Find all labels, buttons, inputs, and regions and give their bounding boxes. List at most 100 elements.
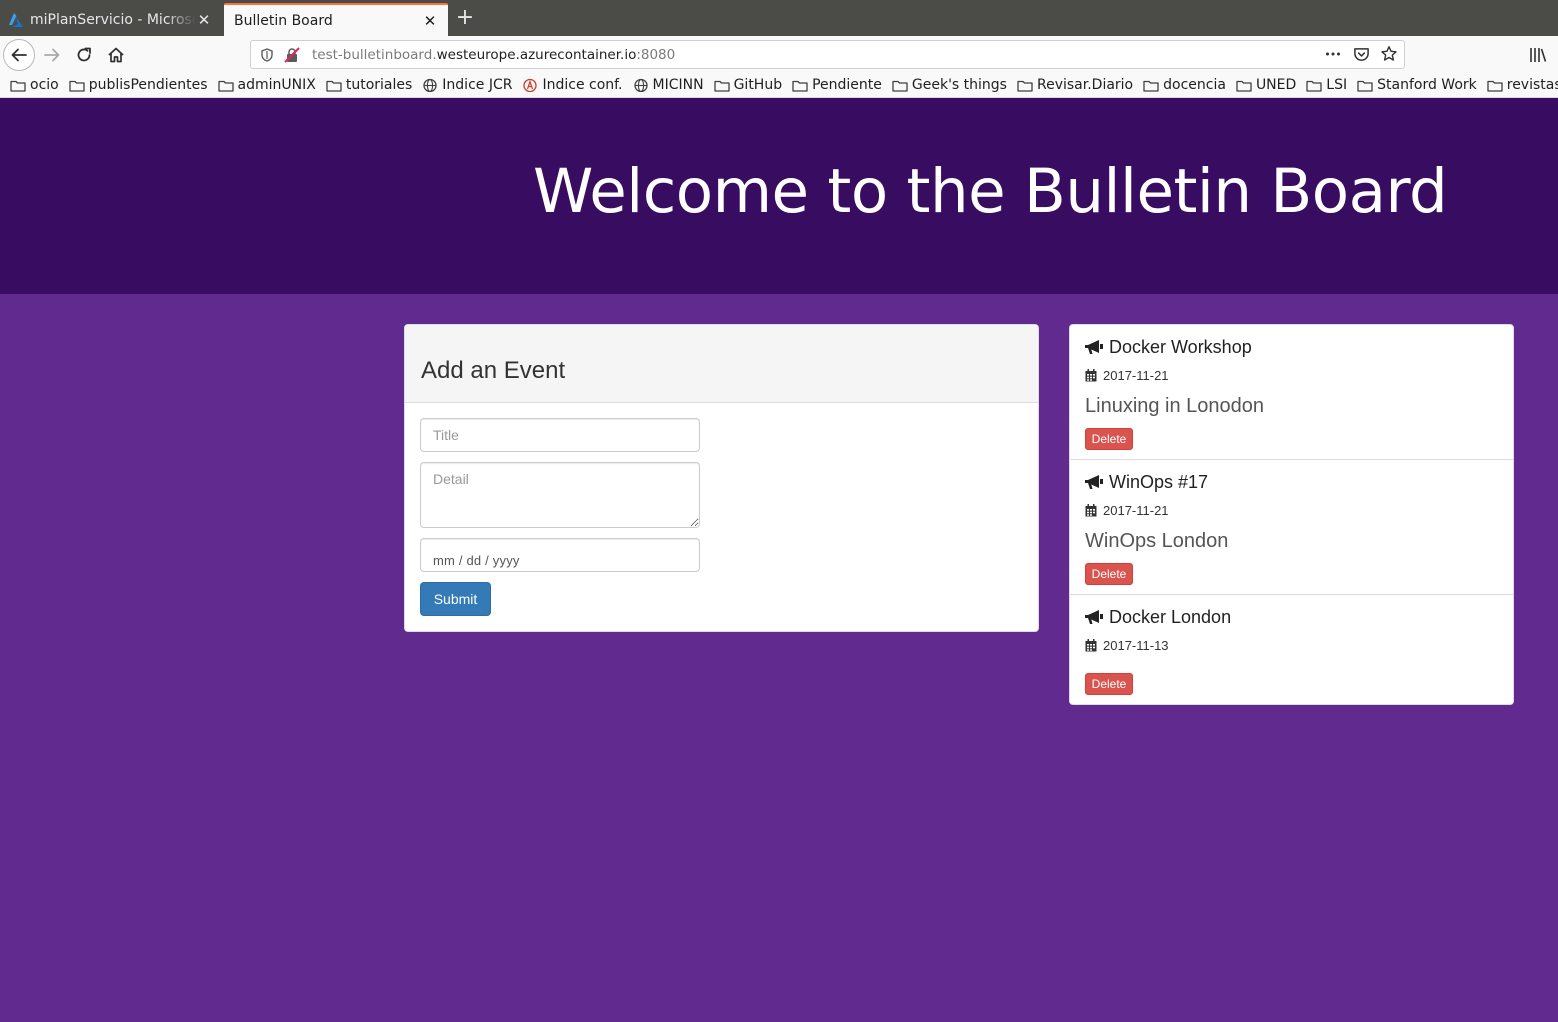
bookmark-item[interactable]: docencia: [1143, 74, 1226, 96]
detail-textarea[interactable]: [420, 462, 700, 528]
url-text[interactable]: test-bulletinboard.westeurope.azureconta…: [312, 47, 675, 63]
shield-icon[interactable]: [260, 47, 274, 62]
insecure-lock-icon[interactable]: [284, 46, 300, 63]
bookmark-item[interactable]: adminUNIX: [217, 74, 316, 96]
forward-button[interactable]: [38, 41, 66, 69]
folder-icon: [326, 80, 342, 92]
event-title-text: Docker Workshop: [1109, 337, 1252, 357]
bookmark-item[interactable]: Stanford Work: [1357, 74, 1477, 96]
home-icon: [108, 47, 124, 63]
bullhorn-icon: [1085, 610, 1103, 624]
add-event-heading: Add an Event: [421, 357, 566, 384]
bookmarks-toolbar: ocio publisPendientes adminUNIX tutoriales I…: [0, 74, 1558, 98]
bookmark-label: Pendiente: [812, 77, 882, 93]
library-icon[interactable]: [1528, 45, 1548, 65]
bookmark-item[interactable]: MICINN: [633, 74, 704, 96]
event-item: WinOps #17 2017-11-21 WinOps London Dele…: [1070, 460, 1513, 595]
add-event-panel: Add an Event mm / dd / yyyy Submit: [404, 324, 1039, 632]
folder-icon: [217, 80, 234, 92]
event-item: Docker Workshop 2017-11-21 Linuxing in L…: [1070, 325, 1513, 460]
bookmark-label: GitHub: [733, 77, 783, 93]
tab-azure-portal[interactable]: miPlanServicio - Microsoft Azure ✕: [0, 3, 222, 36]
bookmark-label: Indice conf.: [542, 77, 623, 93]
bookmark-label: publisPendientes: [88, 77, 208, 93]
bookmark-item[interactable]: UNED: [1236, 74, 1296, 96]
arrow-right-icon: [44, 48, 60, 62]
url-port: :8080: [636, 46, 676, 63]
title-input[interactable]: [420, 418, 700, 452]
bullhorn-icon: [1085, 475, 1103, 489]
bookmark-label: Indice JCR: [442, 77, 513, 93]
close-tab-icon[interactable]: ✕: [422, 12, 438, 30]
bookmark-item[interactable]: revistas: [1487, 74, 1558, 96]
address-bar-actions: [1324, 45, 1398, 63]
folder-icon: [892, 80, 908, 92]
tab-bulletin-board[interactable]: Bulletin Board ✕: [224, 3, 448, 36]
bookmark-item[interactable]: LSI: [1306, 74, 1347, 96]
bookmark-item[interactable]: Indice JCR: [422, 74, 512, 96]
event-date: 2017-11-13: [1085, 638, 1169, 653]
delete-button[interactable]: Delete: [1085, 428, 1133, 450]
folder-icon: [69, 80, 85, 92]
globe-icon: [633, 78, 648, 92]
arrow-left-icon: [11, 48, 27, 62]
bookmark-item[interactable]: Pendiente: [792, 74, 882, 96]
page-actions-icon[interactable]: [1324, 45, 1342, 63]
site-icon: [523, 78, 538, 92]
panel-heading: Add an Event: [405, 325, 1038, 403]
folder-icon: [10, 80, 26, 92]
event-date-text: 2017-11-21: [1103, 503, 1169, 518]
calendar-icon: [1085, 504, 1097, 517]
bookmark-item[interactable]: publisPendientes: [69, 74, 208, 96]
delete-button[interactable]: Delete: [1085, 563, 1133, 585]
bookmark-label: LSI: [1326, 77, 1348, 93]
bookmark-item[interactable]: Revisar.Diario: [1017, 74, 1133, 96]
date-input[interactable]: mm / dd / yyyy: [420, 538, 700, 572]
back-button[interactable]: [3, 39, 35, 71]
page-title: Welcome to the Bulletin Board: [533, 156, 1448, 227]
folder-icon: [792, 80, 808, 92]
header-banner: Welcome to the Bulletin Board: [0, 98, 1558, 294]
star-bookmark-icon[interactable]: [1380, 45, 1398, 63]
bookmark-label: UNED: [1255, 77, 1297, 93]
bookmark-label: Revisar.Diario: [1036, 77, 1134, 93]
bookmark-label: adminUNIX: [237, 77, 316, 93]
event-title: WinOps #17: [1084, 472, 1208, 493]
event-date: 2017-11-21: [1085, 368, 1169, 383]
bookmark-item[interactable]: Geek's things: [892, 74, 1007, 96]
pocket-icon[interactable]: [1352, 45, 1370, 63]
delete-button[interactable]: Delete: [1085, 673, 1133, 695]
url-prefix: test-bulletinboard.: [312, 46, 437, 63]
bookmark-label: Stanford Work: [1377, 77, 1477, 93]
events-list: Docker Workshop 2017-11-21 Linuxing in L…: [1069, 324, 1514, 705]
bookmark-item[interactable]: ocio: [10, 74, 59, 96]
bookmark-item[interactable]: Indice conf.: [522, 74, 623, 96]
event-title: Docker London: [1084, 607, 1231, 628]
bookmark-label: docencia: [1163, 77, 1226, 93]
folder-icon: [1236, 80, 1252, 92]
home-button[interactable]: [102, 41, 130, 69]
bookmark-item[interactable]: GitHub: [713, 74, 783, 96]
tab-strip: miPlanServicio - Microsoft Azure ✕ Bulle…: [0, 0, 1558, 36]
bookmark-label: MICINN: [652, 77, 704, 93]
bookmark-item[interactable]: tutoriales: [326, 74, 412, 96]
submit-button[interactable]: Submit: [420, 582, 491, 616]
event-title: Docker Workshop: [1084, 337, 1252, 358]
reload-icon: [77, 47, 91, 62]
event-date-text: 2017-11-13: [1103, 638, 1169, 653]
calendar-icon: [1085, 639, 1097, 652]
event-item: Docker London 2017-11-13 Delete: [1070, 595, 1513, 704]
event-detail: Linuxing in Lonodon: [1085, 395, 1265, 417]
address-bar[interactable]: test-bulletinboard.westeurope.azureconta…: [250, 40, 1405, 69]
event-title-text: WinOps #17: [1109, 472, 1209, 492]
new-tab-button[interactable]: +: [454, 5, 476, 31]
close-tab-icon[interactable]: ✕: [196, 11, 212, 29]
navigation-toolbar: test-bulletinboard.westeurope.azureconta…: [0, 36, 1558, 74]
bookmark-label: Geek's things: [911, 77, 1007, 93]
azure-icon: [9, 12, 23, 27]
folder-icon: [1017, 80, 1033, 92]
bookmark-label: tutoriales: [345, 77, 413, 93]
folder-icon: [1487, 80, 1503, 92]
globe-icon: [423, 78, 437, 92]
reload-button[interactable]: [70, 41, 98, 69]
